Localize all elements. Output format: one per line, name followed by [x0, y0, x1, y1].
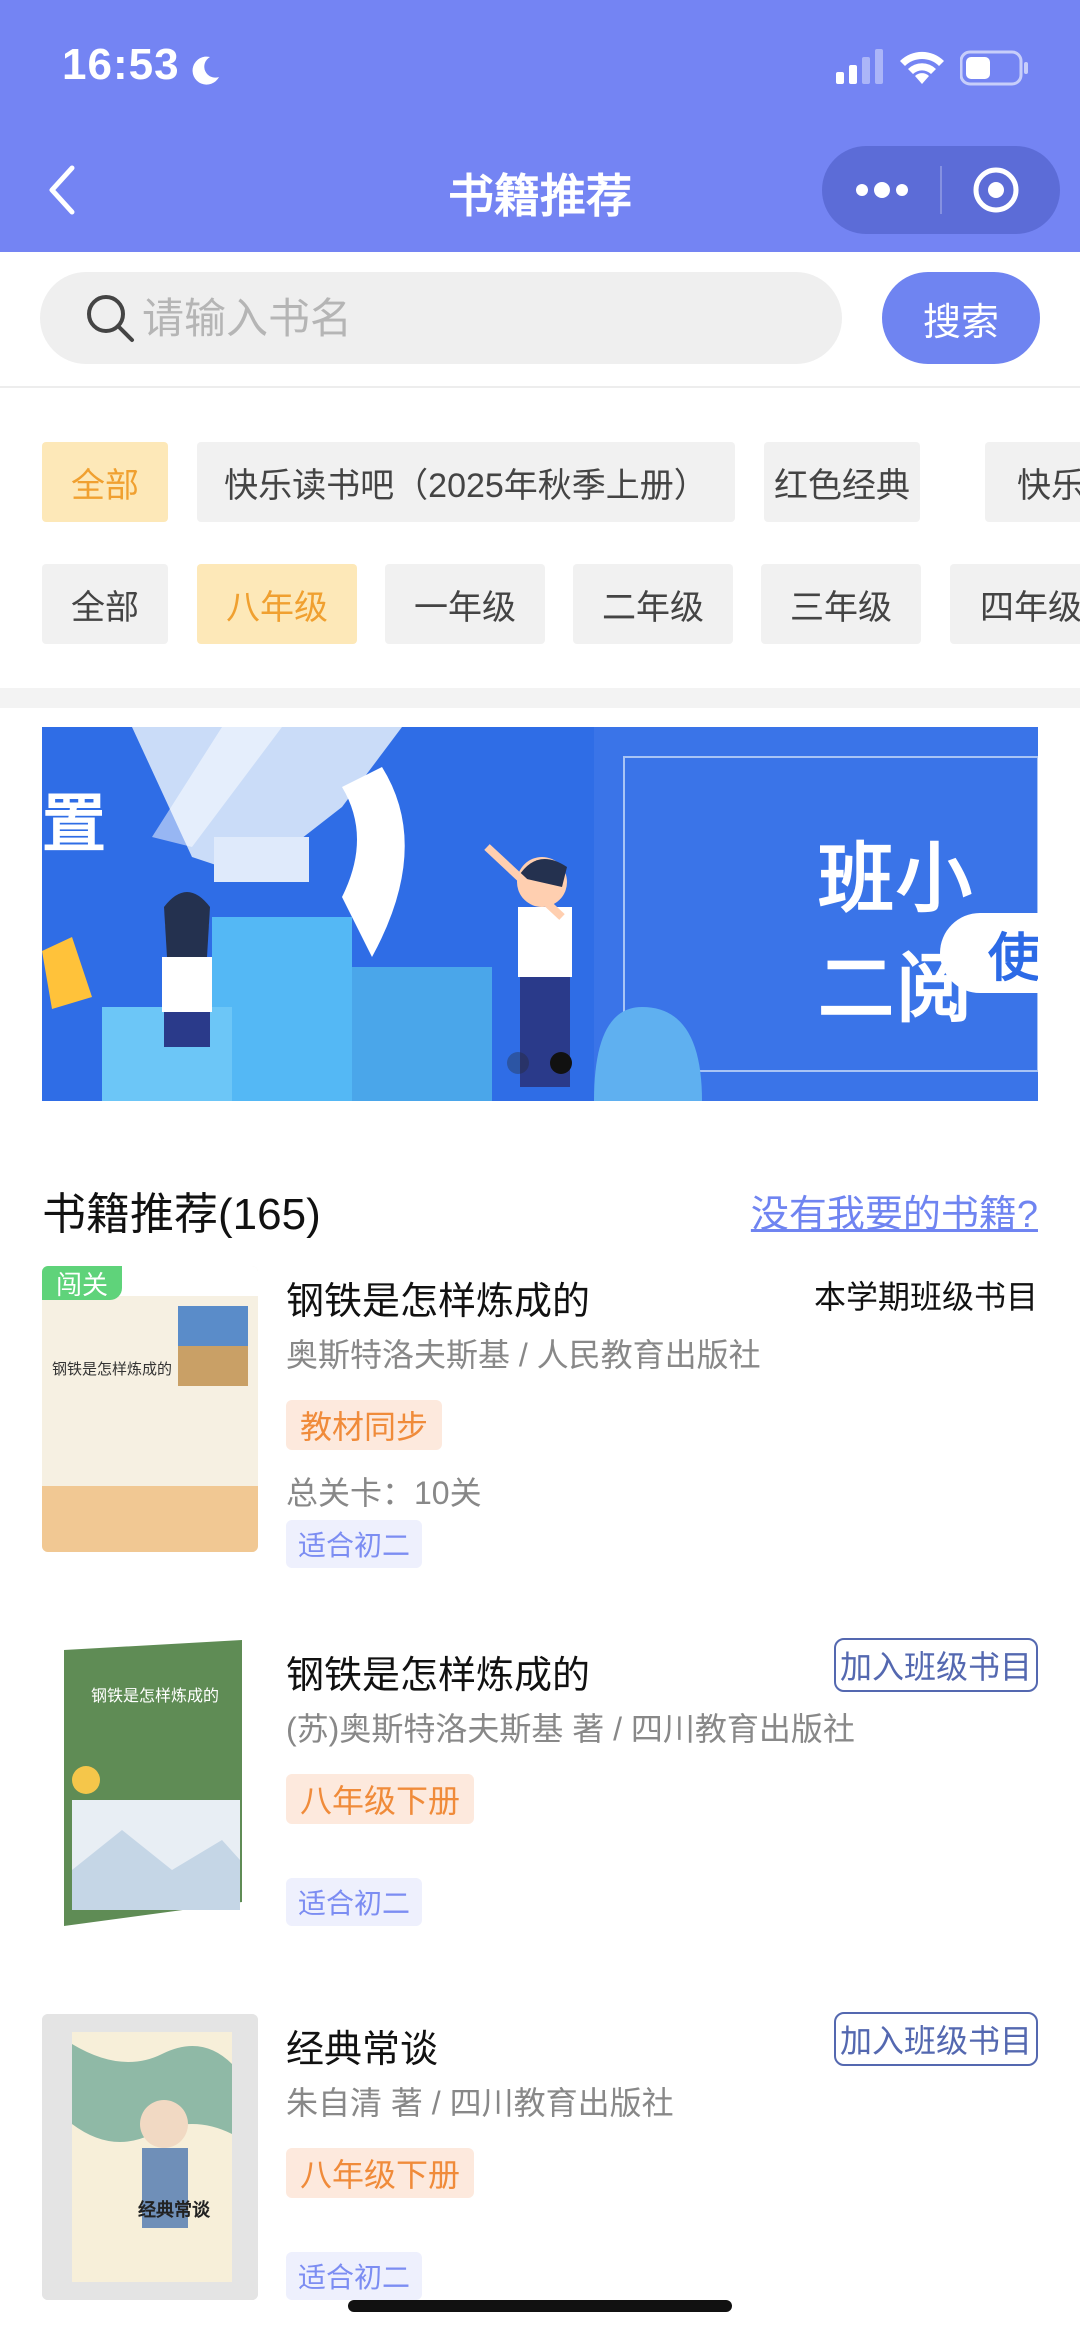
book-cover-art [42, 2014, 258, 2300]
grade-chip-grade8[interactable]: 八年级 [197, 564, 357, 644]
book-list-title: 书籍推荐(165) [42, 1190, 321, 1239]
book-list-item[interactable]: 经典常谈 经典常谈 加入班级书目 朱自清 著 / 四川教育出版社 八年级下册 适… [0, 2012, 1080, 2314]
divider [0, 386, 1080, 388]
book-cover[interactable]: 钢铁是怎样炼成的 [42, 1640, 258, 1926]
cover-title: 钢铁是怎样炼成的 [90, 1686, 219, 1705]
category-chip-red-classics[interactable]: 红色经典 [764, 442, 920, 522]
category-filter-row: 全部 快乐读书吧（2025年秋季上册） 红色经典 快乐 [0, 442, 1080, 522]
book-title: 钢铁是怎样炼成的 [286, 1281, 591, 1323]
status-time: 16:53 [62, 40, 180, 89]
search-icon [87, 295, 134, 342]
grade-suitability-tag: 适合初二 [286, 1878, 423, 1926]
search-button[interactable]: 搜索 [882, 272, 1040, 364]
challenge-badge: 闯关 [42, 1266, 123, 1300]
search-input[interactable] [140, 286, 814, 352]
missing-book-link[interactable]: 没有我要的书籍? [751, 1183, 1038, 1238]
search-box [40, 272, 842, 364]
add-to-class-list-button[interactable]: 加入班级书目 [833, 1638, 1038, 1692]
banner-use-button[interactable]: 使 [940, 913, 1038, 993]
book-title: 经典常谈 [286, 2029, 439, 2071]
carousel-dot-active[interactable] [550, 1052, 572, 1074]
grade-chip-grade4[interactable]: 四年级 [950, 564, 1080, 644]
cover-title: 钢铁是怎样炼成的 [52, 1360, 173, 1378]
book-author-publisher: 奥斯特洛夫斯基 / 人民教育出版社 [286, 1337, 761, 1373]
textbook-sync-tag: 教材同步 [286, 1400, 443, 1450]
capsule-divider [940, 166, 942, 214]
grade-volume-tag: 八年级下册 [286, 2148, 475, 2198]
book-author-publisher: (苏)奥斯特洛夫斯基 著 / 四川教育出版社 [286, 1711, 855, 1747]
grade-chip-grade2[interactable]: 二年级 [573, 564, 733, 644]
cover-title: 经典常谈 [138, 2200, 210, 2221]
book-list-item[interactable]: 钢铁是怎样炼成的 闯关 钢铁是怎样炼成的 本学期班级书目 奥斯特洛夫斯基 / 人… [0, 1266, 1080, 1568]
mini-program-capsule [822, 146, 1060, 234]
promo-banner[interactable]: 置 班小二阅 使 [42, 727, 1038, 1101]
wifi-icon [900, 51, 944, 84]
more-dots-icon[interactable] [852, 180, 912, 200]
banner-left-text: 置 [42, 788, 106, 860]
section-divider [0, 688, 1080, 708]
moon-icon [192, 56, 219, 85]
category-chip-more[interactable]: 快乐 [985, 442, 1080, 522]
grade-suitability-tag: 适合初二 [286, 2252, 423, 2300]
category-chip-happy-reading[interactable]: 快乐读书吧（2025年秋季上册） [197, 442, 735, 522]
nav-header: 16:53 书籍推荐 [0, 0, 1080, 252]
home-indicator[interactable] [348, 2300, 732, 2312]
grade-chip-grade3[interactable]: 三年级 [761, 564, 921, 644]
book-title: 钢铁是怎样炼成的 [286, 1655, 591, 1697]
close-target-icon[interactable] [972, 166, 1020, 214]
carousel-dot[interactable] [507, 1052, 529, 1074]
grade-suitability-tag: 适合初二 [286, 1520, 423, 1568]
book-author-publisher: 朱自清 著 / 四川教育出版社 [286, 2085, 674, 2121]
grade-chip-grade1[interactable]: 一年级 [385, 564, 545, 644]
cellular-signal-icon [836, 49, 883, 84]
book-list-item[interactable]: 钢铁是怎样炼成的 钢铁是怎样炼成的 加入班级书目 (苏)奥斯特洛夫斯基 著 / … [0, 1638, 1080, 1940]
grade-chip-all[interactable]: 全部 [42, 564, 168, 644]
add-to-class-list-button[interactable]: 加入班级书目 [833, 2012, 1038, 2066]
total-levels: 总关卡：10关 [286, 1475, 482, 1511]
grade-volume-tag: 八年级下册 [286, 1774, 475, 1824]
class-list-label: 本学期班级书目 [813, 1279, 1038, 1315]
battery-icon [960, 50, 1028, 86]
grade-filter-row: 全部 八年级 一年级 二年级 三年级 四年级 [0, 564, 1080, 644]
category-chip-all[interactable]: 全部 [42, 442, 168, 522]
book-cover[interactable]: 经典常谈 [42, 2014, 258, 2300]
book-cover[interactable]: 钢铁是怎样炼成的 闯关 [42, 1266, 258, 1552]
book-cover-art [42, 1266, 258, 1552]
